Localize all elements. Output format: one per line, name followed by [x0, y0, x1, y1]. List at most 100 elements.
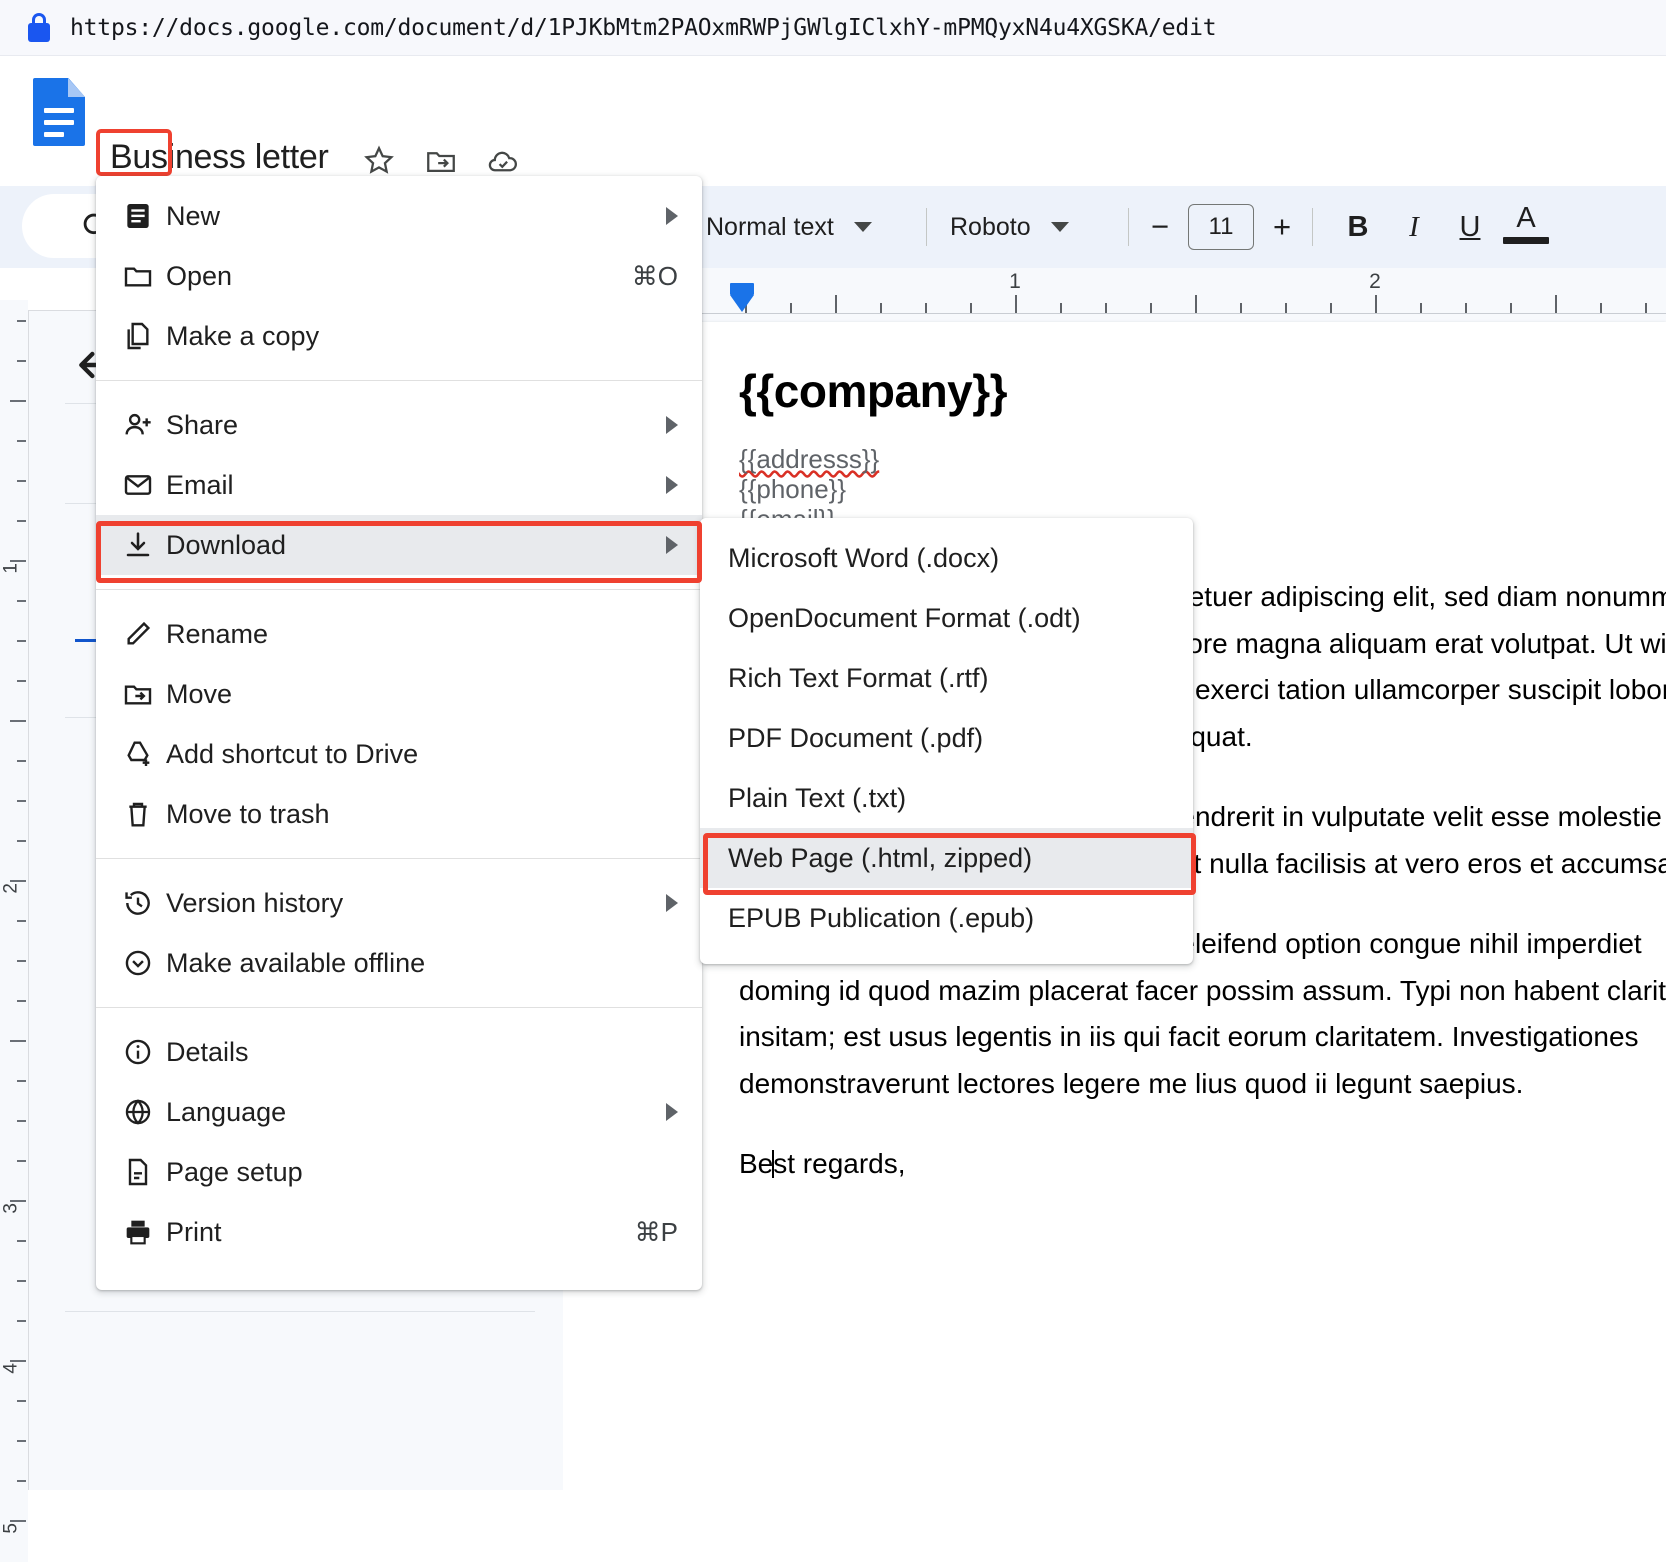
info-icon: [122, 1035, 166, 1069]
horizontal-ruler[interactable]: 1 2 3 4: [563, 268, 1666, 322]
submenu-arrow-icon: [666, 207, 678, 225]
menu-item-label: Add shortcut to Drive: [166, 738, 419, 769]
toolbar-divider-3: [1128, 208, 1129, 246]
printer-icon: [122, 1215, 166, 1249]
submenu-item-epub[interactable]: EPUB Publication (.epub): [700, 888, 1193, 948]
page-setup-icon: [122, 1155, 166, 1189]
star-icon[interactable]: [362, 144, 396, 178]
file-dropdown-menu: New Open ⌘O Make a copy Share Email Down…: [96, 176, 702, 1290]
move-to-folder-icon[interactable]: [424, 144, 458, 178]
person-add-icon: [122, 408, 166, 442]
document-heading: {{company}}: [739, 365, 1008, 417]
increase-font-size-button[interactable]: +: [1260, 209, 1304, 245]
menu-item-move[interactable]: Move: [96, 664, 702, 724]
menu-item-label: Print: [166, 1216, 222, 1247]
menu-item-label: Make a copy: [166, 320, 320, 351]
paragraph-style-value: Normal text: [706, 212, 834, 241]
text-color-button[interactable]: A: [1503, 204, 1549, 244]
font-size-stepper: − 11 +: [1138, 186, 1304, 268]
menu-item-language[interactable]: Language: [96, 1082, 702, 1142]
envelope-icon: [122, 468, 166, 502]
submenu-arrow-icon: [666, 1103, 678, 1121]
closing-after-caret: st regards,: [773, 1148, 906, 1180]
download-submenu: Microsoft Word (.docx) OpenDocument Form…: [700, 518, 1193, 964]
closing-before-caret: Be: [739, 1148, 774, 1180]
menu-item-label: Move to trash: [166, 798, 330, 829]
menu-item-page-setup[interactable]: Page setup: [96, 1142, 702, 1202]
vruler-num-1: 1: [1, 563, 22, 574]
menu-separator: [96, 589, 702, 590]
menu-separator: [96, 380, 702, 381]
submenu-item-txt[interactable]: Plain Text (.txt): [700, 768, 1193, 828]
submenu-item-pdf[interactable]: PDF Document (.pdf): [700, 708, 1193, 768]
submenu-arrow-icon: [666, 894, 678, 912]
drive-shortcut-icon: [122, 737, 166, 771]
italic-button[interactable]: I: [1386, 211, 1442, 244]
menu-item-label: Language: [166, 1096, 287, 1127]
menu-separator: [96, 858, 702, 859]
submenu-item-docx[interactable]: Microsoft Word (.docx): [700, 528, 1193, 588]
globe-icon: [122, 1095, 166, 1129]
trash-icon: [122, 797, 166, 831]
menu-item-download[interactable]: Download: [96, 515, 702, 575]
meta-phone: {{phone}}: [739, 474, 847, 505]
folder-open-icon: [122, 259, 166, 293]
submenu-item-label: Microsoft Word (.docx): [728, 542, 1000, 573]
font-family-value: Roboto: [950, 212, 1031, 241]
menu-item-make-a-copy[interactable]: Make a copy: [96, 306, 702, 366]
submenu-item-odt[interactable]: OpenDocument Format (.odt): [700, 588, 1193, 648]
menu-item-open[interactable]: Open ⌘O: [96, 246, 702, 306]
submenu-item-label: Rich Text Format (.rtf): [728, 662, 989, 693]
menu-item-label: Page setup: [166, 1156, 303, 1187]
submenu-item-label: Plain Text (.txt): [728, 782, 907, 813]
submenu-arrow-icon: [666, 536, 678, 554]
submenu-item-label: Web Page (.html, zipped): [728, 842, 1033, 873]
decrease-font-size-button[interactable]: −: [1138, 209, 1182, 245]
menu-item-label: Share: [166, 409, 239, 440]
page-title[interactable]: Business letter: [110, 138, 329, 177]
vruler-num-3: 3: [1, 1203, 22, 1214]
menu-separator: [96, 1007, 702, 1008]
document-closing: Best regards,: [739, 1141, 1666, 1187]
toolbar-divider-2: [926, 208, 927, 246]
offline-check-icon: [122, 946, 166, 980]
menu-item-version-history[interactable]: Version history: [96, 873, 702, 933]
menu-item-email[interactable]: Email: [96, 455, 702, 515]
menu-item-label: Details: [166, 1036, 249, 1067]
menu-item-label: Download: [166, 529, 287, 560]
bold-button[interactable]: B: [1330, 211, 1386, 244]
submenu-item-rtf[interactable]: Rich Text Format (.rtf): [700, 648, 1193, 708]
google-docs-logo[interactable]: [33, 78, 85, 146]
underline-button[interactable]: U: [1442, 211, 1498, 244]
menu-item-label: Version history: [166, 887, 344, 918]
text-color-swatch: [1503, 237, 1549, 244]
menu-item-add-shortcut-to-drive[interactable]: Add shortcut to Drive: [96, 724, 702, 784]
meta-address: {{addresss}}: [739, 444, 880, 474]
menu-item-new[interactable]: New: [96, 186, 702, 246]
menu-item-label: Email: [166, 469, 234, 500]
vruler-num-5: 5: [1, 1523, 22, 1534]
menu-item-details[interactable]: Details: [96, 1022, 702, 1082]
submenu-arrow-icon: [666, 476, 678, 494]
paragraph-style-select[interactable]: Normal text: [706, 186, 872, 268]
menu-item-rename[interactable]: Rename: [96, 604, 702, 664]
submenu-item-webpage[interactable]: Web Page (.html, zipped): [700, 828, 1193, 888]
font-size-input[interactable]: 11: [1188, 204, 1254, 250]
left-indent-marker[interactable]: [730, 283, 754, 313]
url-text[interactable]: https://docs.google.com/document/d/1PJKb…: [70, 15, 1217, 41]
pencil-icon: [122, 617, 166, 651]
font-family-select[interactable]: Roboto: [950, 186, 1069, 268]
menu-item-share[interactable]: Share: [96, 395, 702, 455]
submenu-arrow-icon: [666, 416, 678, 434]
cloud-saved-icon[interactable]: [486, 144, 520, 178]
lock-icon: [26, 12, 52, 43]
menu-item-shortcut: ⌘O: [631, 260, 678, 291]
vertical-ruler[interactable]: 1 2 3 4 5: [0, 300, 28, 1562]
submenu-item-label: EPUB Publication (.epub): [728, 902, 1035, 933]
menu-item-move-to-trash[interactable]: Move to trash: [96, 784, 702, 844]
menu-item-make-available-offline[interactable]: Make available offline: [96, 933, 702, 993]
browser-url-bar[interactable]: https://docs.google.com/document/d/1PJKb…: [0, 0, 1666, 56]
copy-icon: [122, 319, 166, 353]
menu-item-print[interactable]: Print ⌘P: [96, 1202, 702, 1262]
docs-header: Business letter File: [0, 56, 1666, 225]
